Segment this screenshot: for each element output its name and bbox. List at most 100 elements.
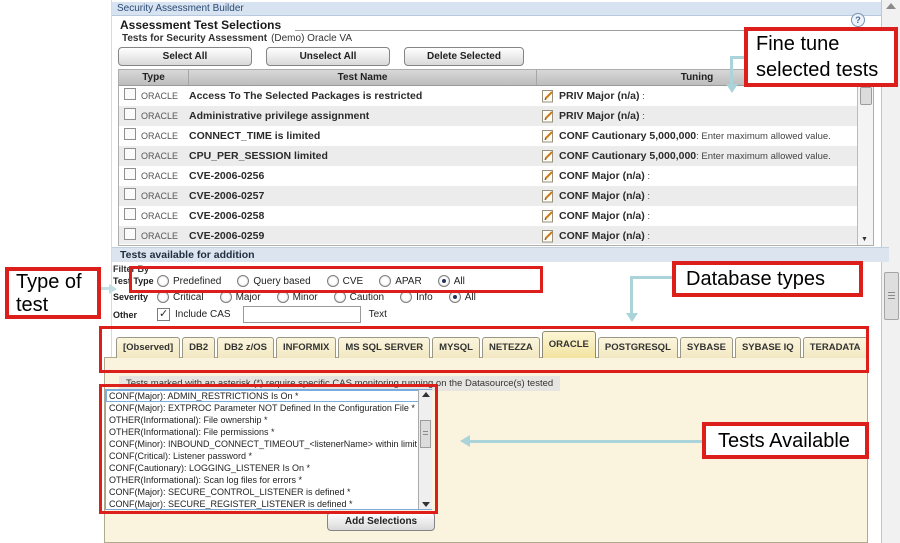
row-tuning: CONF Major (n/a) : bbox=[559, 230, 873, 242]
row-tuning: CONF Major (n/a) : bbox=[559, 210, 873, 222]
database-types-arrow-line bbox=[630, 276, 672, 279]
pencil-note-icon bbox=[542, 189, 555, 203]
row-test-name: CVE-2006-0256 bbox=[189, 170, 537, 182]
row-checkbox-cell bbox=[119, 107, 141, 125]
other-filter-row: Other Include CAS Text bbox=[113, 306, 387, 323]
row-checkbox[interactable] bbox=[124, 108, 136, 120]
annotation-line: Fine tune bbox=[756, 31, 894, 57]
row-checkbox[interactable] bbox=[124, 168, 136, 180]
tuning-value: CONF Major (n/a) bbox=[559, 230, 645, 242]
highlight-box-tests-list bbox=[99, 384, 438, 514]
row-tuning: CONF Cautionary 5,000,000: Enter maximum… bbox=[559, 130, 873, 142]
table-row: ORACLE CONNECT_TIME is limited CONF Caut… bbox=[119, 126, 873, 146]
edit-tuning-icon[interactable] bbox=[537, 129, 559, 143]
unselect-all-button[interactable]: Unselect All bbox=[266, 47, 390, 66]
section-title-tests-available-for-addition: Tests available for addition bbox=[112, 247, 889, 262]
row-checkbox-cell bbox=[119, 87, 141, 105]
row-type: ORACLE bbox=[141, 131, 189, 141]
row-type: ORACLE bbox=[141, 171, 189, 181]
tuning-note: : Enter maximum allowed value. bbox=[696, 151, 831, 162]
table-row: ORACLE Access To The Selected Packages i… bbox=[119, 86, 873, 106]
row-test-name: CVE-2006-0259 bbox=[189, 230, 537, 242]
tuning-note: : bbox=[645, 231, 650, 242]
row-checkbox[interactable] bbox=[124, 128, 136, 140]
add-selections-button[interactable]: Add Selections bbox=[327, 512, 435, 531]
row-checkbox-cell bbox=[119, 167, 141, 185]
tuning-note: : bbox=[645, 211, 650, 222]
pencil-note-icon bbox=[542, 109, 555, 123]
row-checkbox[interactable] bbox=[124, 148, 136, 160]
column-header-type[interactable]: Type bbox=[119, 70, 189, 85]
include-cas-checkbox[interactable] bbox=[157, 308, 170, 321]
radio-label: Caution bbox=[350, 292, 384, 303]
tuning-value: CONF Cautionary 5,000,000 bbox=[559, 150, 696, 162]
highlight-box-test-type bbox=[129, 266, 543, 293]
row-type: ORACLE bbox=[141, 231, 189, 241]
row-checkbox-cell bbox=[119, 187, 141, 205]
tuning-note: : bbox=[640, 91, 645, 102]
radio-label: Info bbox=[416, 292, 433, 303]
database-types-arrow-line bbox=[630, 276, 633, 314]
row-checkbox-cell bbox=[119, 147, 141, 165]
edit-tuning-icon[interactable] bbox=[537, 169, 559, 183]
row-tuning: PRIV Major (n/a) : bbox=[559, 110, 873, 122]
tuning-value: PRIV Major (n/a) bbox=[559, 90, 640, 102]
scroll-up-icon[interactable] bbox=[886, 3, 896, 9]
row-type: ORACLE bbox=[141, 191, 189, 201]
select-all-button[interactable]: Select All bbox=[118, 47, 252, 66]
severity-label: Severity bbox=[113, 292, 157, 302]
annotation-fine-tune: Fine tune selected tests bbox=[744, 27, 898, 87]
edit-tuning-icon[interactable] bbox=[537, 209, 559, 223]
row-test-name: Administrative privilege assignment bbox=[189, 110, 537, 122]
tuning-value: CONF Major (n/a) bbox=[559, 170, 645, 182]
annotation-tests-available: Tests Available bbox=[702, 422, 869, 459]
row-checkbox-cell bbox=[119, 127, 141, 145]
annotation-line: selected tests bbox=[756, 57, 894, 83]
column-header-test-name[interactable]: Test Name bbox=[189, 70, 537, 85]
pencil-note-icon bbox=[542, 149, 555, 163]
table-row: ORACLE CVE-2006-0256 CONF Major (n/a) : bbox=[119, 166, 873, 186]
row-checkbox[interactable] bbox=[124, 228, 136, 240]
highlight-box-database-tabs bbox=[99, 326, 869, 373]
delete-selected-button[interactable]: Delete Selected bbox=[404, 47, 524, 66]
table-row: ORACLE CPU_PER_SESSION limited CONF Caut… bbox=[119, 146, 873, 166]
row-checkbox-cell bbox=[119, 207, 141, 225]
row-tuning: CONF Major (n/a) : bbox=[559, 190, 873, 202]
radio-label: Critical bbox=[173, 292, 204, 303]
type-of-test-arrowhead bbox=[109, 284, 117, 294]
row-checkbox[interactable] bbox=[124, 188, 136, 200]
selection-toolbar: Select All Unselect All Delete Selected bbox=[118, 47, 524, 66]
table-scrollbar-thumb[interactable] bbox=[860, 87, 872, 105]
row-type: ORACLE bbox=[141, 151, 189, 161]
security-assessment-builder-page: Security Assessment Builder ? Assessment… bbox=[0, 0, 900, 543]
row-type: ORACLE bbox=[141, 111, 189, 121]
row-checkbox[interactable] bbox=[124, 88, 136, 100]
filter-text-input[interactable] bbox=[243, 306, 361, 323]
row-checkbox[interactable] bbox=[124, 208, 136, 220]
help-icon[interactable]: ? bbox=[851, 13, 865, 27]
table-scrollbar[interactable]: ▼ bbox=[857, 85, 873, 245]
edit-tuning-icon[interactable] bbox=[537, 149, 559, 163]
assessment-subtitle: Tests for Security Assessment(Demo) Orac… bbox=[122, 33, 352, 44]
edit-tuning-icon[interactable] bbox=[537, 89, 559, 103]
tuning-value: CONF Cautionary 5,000,000 bbox=[559, 130, 696, 142]
row-tuning: PRIV Major (n/a) : bbox=[559, 90, 873, 102]
edit-tuning-icon[interactable] bbox=[537, 189, 559, 203]
selected-tests-table: Type Test Name Tuning ORACLE Access To T… bbox=[118, 69, 874, 246]
annotation-line: test bbox=[16, 294, 97, 317]
tuning-note: : Enter maximum allowed value. bbox=[696, 131, 831, 142]
window-title: Security Assessment Builder bbox=[112, 2, 886, 16]
row-tuning: CONF Major (n/a) : bbox=[559, 170, 873, 182]
page-scrollbar-thumb[interactable] bbox=[884, 272, 899, 320]
pencil-note-icon bbox=[542, 229, 555, 243]
edit-tuning-icon[interactable] bbox=[537, 109, 559, 123]
table-scroll-down-icon[interactable]: ▼ bbox=[861, 236, 868, 243]
pencil-note-icon bbox=[542, 209, 555, 223]
tuning-value: CONF Major (n/a) bbox=[559, 190, 645, 202]
table-row: ORACLE Administrative privilege assignme… bbox=[119, 106, 873, 126]
tuning-note: : bbox=[645, 191, 650, 202]
radio-label: Minor bbox=[293, 292, 318, 303]
radio-label: Major bbox=[236, 292, 261, 303]
edit-tuning-icon[interactable] bbox=[537, 229, 559, 243]
tuning-note: : bbox=[645, 171, 650, 182]
